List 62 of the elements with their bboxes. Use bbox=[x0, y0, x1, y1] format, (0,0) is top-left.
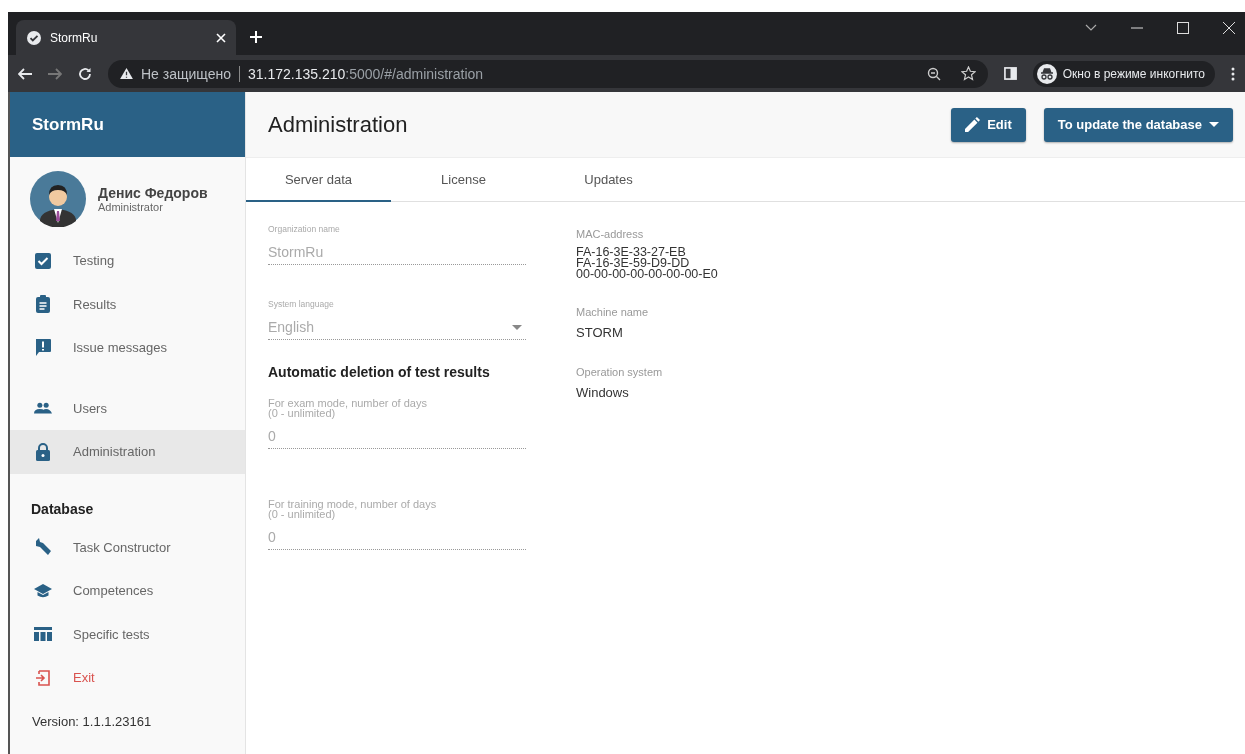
info-label: Operation system bbox=[576, 366, 663, 378]
nav-item[interactable]: Specific tests bbox=[10, 612, 245, 656]
info-value: Windows bbox=[576, 385, 630, 400]
forward-arrow-icon[interactable] bbox=[48, 67, 62, 80]
side-panel-icon[interactable] bbox=[1003, 67, 1017, 80]
tab[interactable]: Server data bbox=[246, 158, 391, 202]
address-field[interactable]: Не защищено 31.172.135.210:5000/#/administration bbox=[108, 59, 988, 88]
nav-item[interactable]: Administration bbox=[10, 430, 245, 474]
user-role: Administrator bbox=[98, 201, 164, 213]
info-label: MAC-address bbox=[576, 228, 644, 240]
info-value: 00-00-00-00-00-00-00-E0 bbox=[576, 269, 718, 280]
checkbox-icon bbox=[34, 252, 52, 269]
tab-title: StormRu bbox=[50, 30, 99, 45]
lock-icon bbox=[34, 442, 52, 461]
nav-item[interactable]: Results bbox=[10, 282, 245, 326]
caret-icon bbox=[1209, 122, 1219, 127]
nav-item[interactable]: Testing bbox=[10, 239, 245, 283]
table-icon bbox=[34, 627, 52, 642]
incognito-icon bbox=[1036, 63, 1057, 84]
nav-item[interactable]: Issue messages bbox=[10, 326, 245, 370]
new-tab-icon[interactable] bbox=[250, 31, 262, 43]
info-label: Machine name bbox=[576, 306, 649, 318]
minimize-icon[interactable] bbox=[1131, 26, 1143, 29]
version-text: Version: 1.1.1.23161 bbox=[31, 712, 153, 731]
graduation-cap-icon bbox=[34, 583, 52, 598]
check-circle-icon bbox=[26, 29, 42, 46]
users-icon bbox=[34, 402, 52, 415]
reload-icon[interactable] bbox=[78, 66, 92, 81]
back-arrow-icon[interactable] bbox=[18, 67, 32, 80]
browser-tab[interactable]: StormRu bbox=[16, 20, 236, 55]
clipboard-icon bbox=[34, 295, 52, 314]
pencil-icon bbox=[965, 117, 981, 132]
maximize-icon[interactable] bbox=[1177, 21, 1189, 34]
brand-title: StormRu bbox=[32, 114, 104, 135]
zoom-out-icon[interactable] bbox=[926, 66, 941, 81]
url-text: 31.172.135.210:5000/#/administration bbox=[248, 65, 484, 82]
info-value: STORM bbox=[576, 325, 624, 340]
section-heading: Automatic deletion of test results bbox=[268, 364, 491, 380]
exit-icon bbox=[34, 669, 52, 686]
info-value: FA-16-3E-59-D9-DD bbox=[576, 258, 690, 269]
section-heading: Database bbox=[30, 499, 95, 519]
star-icon[interactable] bbox=[960, 66, 976, 81]
chevron-down-icon[interactable] bbox=[1085, 23, 1097, 32]
info-value: FA-16-3E-33-27-EB bbox=[576, 247, 686, 258]
close-icon[interactable] bbox=[1223, 21, 1235, 34]
update-database-button[interactable]: To update the database bbox=[1043, 107, 1233, 142]
page-title: Administration bbox=[268, 111, 409, 138]
security-label: Не защищено bbox=[141, 65, 231, 82]
warning-icon bbox=[120, 68, 133, 79]
nav-item[interactable]: Task Constructor bbox=[10, 525, 245, 569]
nav-item[interactable]: Competences bbox=[10, 569, 245, 613]
edit-button[interactable]: Edit bbox=[951, 107, 1026, 142]
tab[interactable]: License bbox=[391, 158, 536, 202]
avatar bbox=[30, 171, 86, 227]
nav-item[interactable]: Exit bbox=[10, 656, 245, 700]
more-menu-icon[interactable] bbox=[1231, 66, 1235, 81]
tab[interactable]: Updates bbox=[536, 158, 681, 202]
user-name: Денис Федоров bbox=[98, 185, 208, 201]
caret-icon bbox=[512, 324, 522, 330]
incognito-badge[interactable]: Окно в режиме инкогнито bbox=[1032, 60, 1215, 87]
alert-message-icon bbox=[34, 339, 52, 357]
nav-item[interactable]: Users bbox=[10, 386, 245, 430]
